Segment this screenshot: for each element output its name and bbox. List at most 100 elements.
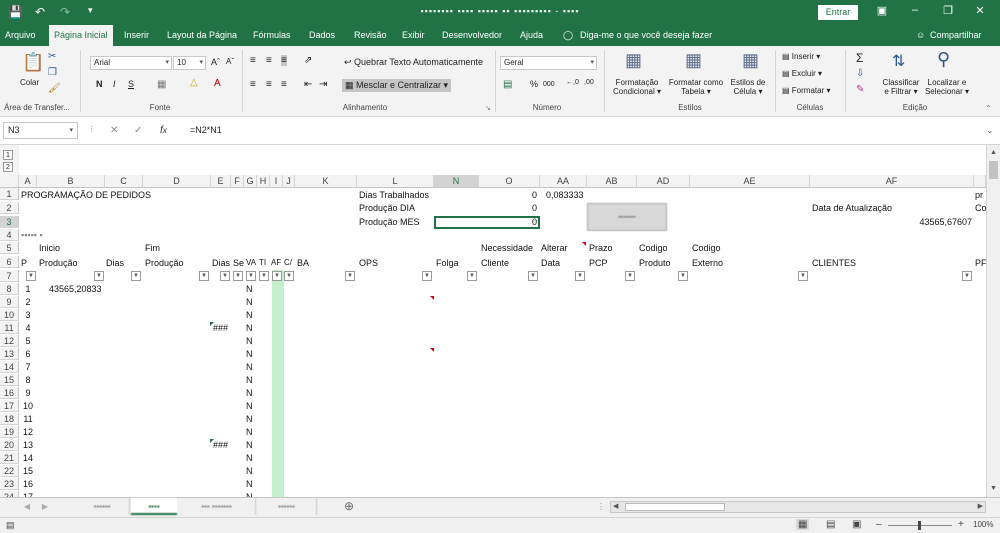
column-header[interactable]: O: [479, 175, 540, 188]
sort-filter-button[interactable]: Classificar e Filtrar ▾: [880, 78, 922, 96]
filter-dropdown[interactable]: ▼: [199, 271, 209, 281]
filter-dropdown[interactable]: ▼: [233, 271, 243, 281]
orientation-icon[interactable]: ⇗: [304, 55, 312, 66]
filter-dropdown[interactable]: ▼: [528, 271, 538, 281]
zoom-slider-thumb[interactable]: [918, 521, 921, 530]
wrap-text-button[interactable]: ↩ Quebrar Texto Automaticamente: [344, 57, 483, 68]
row-header[interactable]: 20: [0, 439, 19, 451]
column-header[interactable]: [974, 175, 986, 188]
sort-filter-icon[interactable]: ⇅: [892, 51, 905, 71]
number-format-select[interactable]: Geral ▾: [500, 56, 597, 70]
cell-styles-icon[interactable]: ▦: [742, 50, 759, 71]
column-header[interactable]: AA: [540, 175, 587, 188]
format-as-table-button[interactable]: Formatar como Tabela ▾: [666, 78, 726, 96]
format-cells-button[interactable]: ▤ Formatar ▾: [782, 86, 830, 95]
cut-icon[interactable]: ✂: [48, 51, 56, 62]
outline-level-2-button[interactable]: 2: [3, 162, 13, 172]
tab-pagina-inicial[interactable]: Página Inicial: [49, 25, 113, 46]
filter-dropdown[interactable]: ▼: [220, 271, 230, 281]
outline-level-1-button[interactable]: 1: [3, 150, 13, 160]
row-header[interactable]: 11: [0, 322, 19, 334]
row-header[interactable]: 9: [0, 296, 19, 308]
macro-button[interactable]: ▪▪▪▪▪▪▪: [587, 203, 667, 231]
column-header[interactable]: A: [19, 175, 37, 188]
row-header[interactable]: 5: [0, 242, 19, 254]
sign-in-button[interactable]: Entrar: [818, 5, 858, 20]
filter-dropdown[interactable]: ▼: [625, 271, 635, 281]
insert-function-icon[interactable]: fx: [160, 125, 167, 136]
zoom-level[interactable]: 100%: [973, 520, 993, 529]
column-header[interactable]: E: [211, 175, 231, 188]
scroll-thumb[interactable]: [989, 161, 998, 179]
row-header[interactable]: 10: [0, 309, 19, 321]
column-header[interactable]: F: [231, 175, 244, 188]
fill-icon[interactable]: ⇩: [856, 68, 864, 79]
align-middle-icon[interactable]: ≡: [266, 55, 272, 66]
tab-ajuda[interactable]: Ajuda: [520, 25, 543, 46]
row-header[interactable]: 13: [0, 348, 19, 360]
align-center-icon[interactable]: ≡: [266, 79, 272, 90]
decrease-decimal-icon[interactable]: ,00: [584, 79, 594, 86]
format-table-icon[interactable]: ▦: [685, 50, 702, 71]
scroll-up-icon[interactable]: ▲: [990, 149, 997, 156]
grow-font-icon[interactable]: Aˆ: [211, 57, 220, 67]
clear-icon[interactable]: ✎: [856, 84, 864, 95]
confirm-entry-icon[interactable]: ✓: [134, 125, 142, 136]
align-bottom-icon[interactable]: ≡: [281, 55, 287, 66]
row-header[interactable]: 15: [0, 374, 19, 386]
normal-view-icon[interactable]: ▦: [796, 519, 810, 530]
tab-split-icon[interactable]: ⋮: [596, 498, 606, 515]
filter-dropdown[interactable]: ▼: [284, 271, 294, 281]
column-header[interactable]: AE: [690, 175, 810, 188]
row-header[interactable]: 2: [0, 202, 19, 214]
align-left-icon[interactable]: ≡: [250, 79, 256, 90]
bold-icon[interactable]: N: [96, 79, 103, 89]
paste-button[interactable]: Colar: [20, 78, 39, 87]
filter-dropdown[interactable]: ▼: [131, 271, 141, 281]
row-header[interactable]: 8: [0, 283, 19, 295]
tab-arquivo[interactable]: Arquivo: [5, 25, 36, 46]
new-sheet-icon[interactable]: ⊕: [340, 498, 358, 515]
conditional-format-button[interactable]: Formatação Condicional ▾: [612, 78, 662, 96]
horizontal-scrollbar[interactable]: ◀ ▶: [610, 501, 986, 513]
column-header-selected[interactable]: N: [434, 175, 479, 188]
column-header[interactable]: H: [257, 175, 270, 188]
column-header[interactable]: I: [270, 175, 283, 188]
restore-icon[interactable]: ❐: [938, 4, 958, 17]
row-header[interactable]: 7: [0, 270, 19, 282]
row-header[interactable]: 17: [0, 400, 19, 412]
filter-dropdown[interactable]: ▼: [26, 271, 36, 281]
vertical-scrollbar[interactable]: ▲ ▼: [986, 145, 1000, 497]
zoom-out-icon[interactable]: –: [876, 519, 882, 530]
worksheet-grid[interactable]: A B C D E F G H I J K L N O AA AB AD AE …: [0, 175, 986, 497]
row-header[interactable]: 23: [0, 478, 19, 490]
accounting-format-icon[interactable]: ▤: [503, 79, 512, 90]
scroll-right-icon[interactable]: ▶: [978, 502, 983, 510]
row-header[interactable]: 16: [0, 387, 19, 399]
column-header[interactable]: L: [357, 175, 434, 188]
scroll-down-icon[interactable]: ▼: [990, 485, 997, 492]
formula-input[interactable]: =N2*N1: [190, 122, 998, 139]
tab-dados[interactable]: Dados: [309, 25, 335, 46]
hscroll-thumb[interactable]: [625, 503, 725, 511]
row-header[interactable]: 19: [0, 426, 19, 438]
expand-formula-icon[interactable]: ⌄: [986, 125, 994, 136]
filter-dropdown[interactable]: ▼: [94, 271, 104, 281]
column-header[interactable]: J: [283, 175, 295, 188]
percent-icon[interactable]: %: [530, 79, 538, 89]
font-size-select[interactable]: 10 ▾: [173, 56, 206, 70]
cancel-entry-icon[interactable]: ✕: [110, 125, 118, 136]
row-header[interactable]: 21: [0, 452, 19, 464]
page-break-view-icon[interactable]: ▣: [852, 519, 861, 530]
minimize-icon[interactable]: –: [905, 4, 925, 16]
macro-recording-icon[interactable]: ▤: [6, 520, 15, 531]
sheet-tab[interactable]: ▪▪▪▪▪▪: [75, 498, 130, 515]
tab-revisao[interactable]: Revisão: [354, 25, 387, 46]
tab-desenvolvedor[interactable]: Desenvolvedor: [442, 25, 502, 46]
zoom-in-icon[interactable]: +: [958, 519, 964, 530]
filter-dropdown[interactable]: ▼: [575, 271, 585, 281]
filter-dropdown[interactable]: ▼: [798, 271, 808, 281]
column-header[interactable]: AD: [637, 175, 690, 188]
align-right-icon[interactable]: ≡: [281, 79, 287, 90]
underline-icon[interactable]: S: [128, 79, 134, 89]
